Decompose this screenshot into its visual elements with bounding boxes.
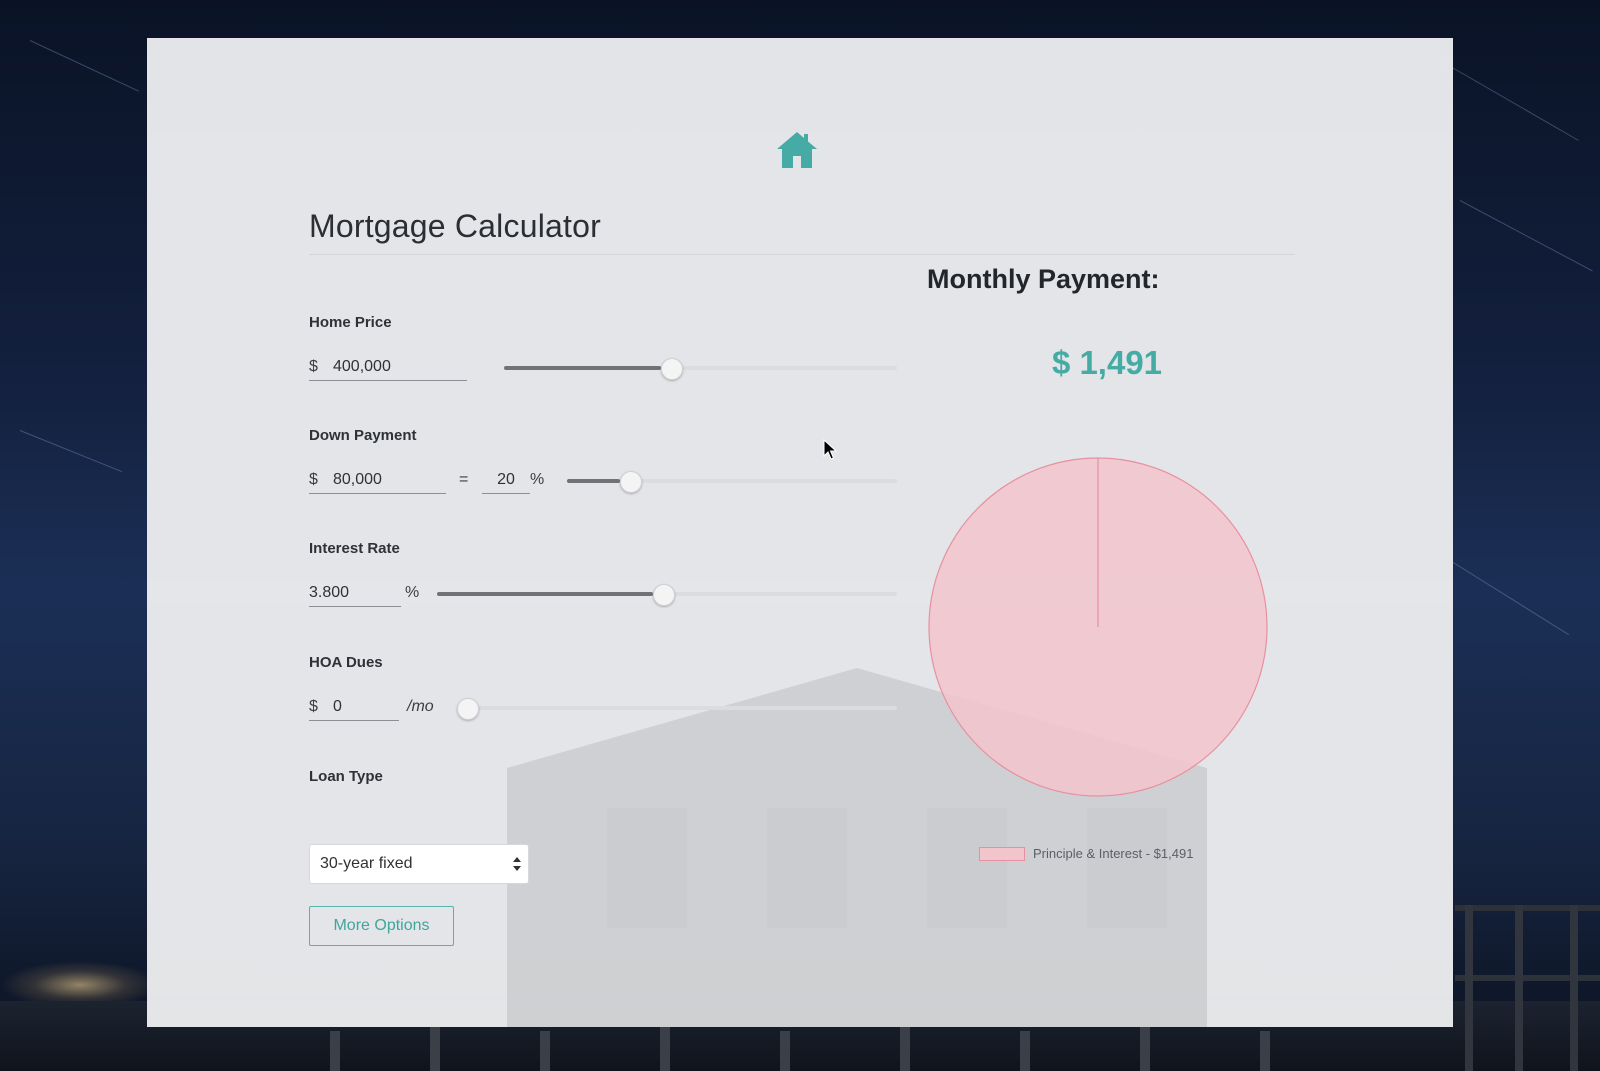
home-icon	[777, 132, 817, 168]
monthly-payment-title: Monthly Payment:	[927, 264, 1160, 294]
hoa-dues-input[interactable]: 0	[309, 696, 399, 721]
down-payment-input[interactable]: 80,000	[309, 469, 446, 494]
more-options-button[interactable]: More Options	[309, 906, 454, 946]
interest-rate-label: Interest Rate	[309, 540, 400, 557]
slider-fill	[567, 479, 620, 483]
loan-type-select[interactable]: 30-year fixed	[309, 844, 529, 884]
down-payment-slider[interactable]	[567, 471, 897, 493]
interest-rate-percent-sign: %	[405, 584, 420, 601]
slider-thumb[interactable]	[653, 584, 676, 606]
home-price-input[interactable]: 400,000	[309, 356, 467, 381]
slider-fill	[437, 592, 654, 596]
title-divider	[309, 254, 1295, 255]
legend-label-principle-interest: Principle & Interest - $1,491	[1033, 846, 1194, 861]
legend-swatch-principle-interest	[979, 847, 1025, 861]
interest-rate-input[interactable]: 3.800	[309, 582, 401, 607]
slider-track	[457, 706, 897, 710]
slider-thumb[interactable]	[661, 358, 684, 380]
calculator-panel: Mortgage Calculator Home Price $ 400,000…	[147, 38, 1453, 1027]
interest-rate-slider[interactable]	[437, 584, 897, 606]
slider-fill	[504, 366, 662, 370]
home-price-slider[interactable]	[504, 358, 897, 380]
mouse-cursor-icon	[823, 439, 837, 460]
select-arrows-icon	[513, 857, 521, 871]
loan-type-selected-value: 30-year fixed	[320, 855, 413, 872]
down-payment-percent-input[interactable]: 20	[482, 469, 530, 494]
slider-thumb[interactable]	[457, 698, 479, 720]
slider-thumb[interactable]	[619, 471, 642, 493]
hoa-dues-label: HOA Dues	[309, 654, 383, 671]
loan-type-label: Loan Type	[309, 768, 383, 785]
dock-railing	[1455, 905, 1600, 1071]
home-price-label: Home Price	[309, 314, 392, 331]
hoa-dues-unit: /mo	[407, 698, 434, 715]
hoa-dues-slider[interactable]	[457, 698, 897, 720]
equals-sign: =	[459, 471, 469, 488]
down-payment-label: Down Payment	[309, 427, 417, 444]
page-title: Mortgage Calculator	[309, 208, 601, 244]
down-payment-percent-sign: %	[530, 471, 545, 488]
monthly-payment-amount: $ 1,491	[1051, 344, 1163, 381]
payment-breakdown-pie-chart	[928, 457, 1268, 797]
